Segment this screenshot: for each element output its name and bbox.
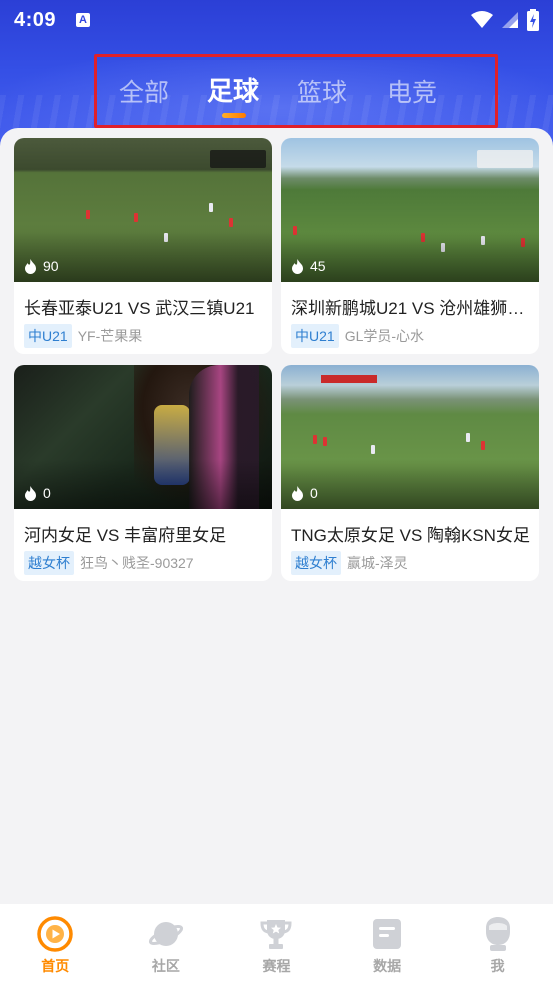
league-tag: 越女杯: [291, 551, 341, 575]
player-marker: [209, 203, 213, 212]
tab-football[interactable]: 足球: [207, 71, 259, 108]
player-marker: [164, 233, 168, 242]
tab-all[interactable]: 全部: [119, 73, 169, 109]
match-title: 长春亚泰U21 VS 武汉三镇U21: [24, 299, 255, 318]
player-marker: [466, 433, 470, 442]
fire-icon: [25, 485, 36, 501]
live-card[interactable]: 0 TNG太原女足 VS 陶翰KSN女足 越女杯 赢城-泽灵: [281, 365, 539, 581]
scoreboard-overlay: [477, 150, 533, 168]
live-card[interactable]: 90 长春亚泰U21 VS 武汉三镇U21 中U21 YF-芒果果: [14, 138, 272, 354]
anchor-name: GL学员-心水: [344, 328, 425, 344]
nav-schedule[interactable]: 赛程: [221, 904, 332, 984]
live-thumbnail: 90: [14, 138, 272, 282]
player-marker: [481, 441, 485, 450]
nav-profile[interactable]: 我: [442, 904, 553, 984]
planet-icon: [148, 922, 183, 946]
player-jersey: [154, 405, 190, 485]
player-marker: [521, 238, 525, 247]
player-marker: [293, 226, 297, 235]
status-bar: 4:09 A: [0, 0, 553, 40]
active-tab-indicator: [222, 113, 246, 118]
fire-icon: [292, 485, 303, 501]
wifi-icon: [471, 11, 493, 28]
player-arm: [189, 365, 259, 509]
anchor-name: YF-芒果果: [77, 328, 143, 344]
match-title: 河内女足 VS 丰富府里女足: [24, 526, 227, 545]
live-thumbnail: 0: [14, 365, 272, 509]
popularity-count: 0: [43, 485, 51, 501]
battery-icon: [527, 9, 539, 31]
tab-basketball[interactable]: 篮球: [297, 73, 347, 109]
trophy-icon: [260, 920, 292, 949]
match-title: 深圳新鹏城U21 VS 沧州雄狮U21: [291, 299, 531, 318]
scoreboard-overlay: [321, 375, 377, 383]
popularity-count: 90: [43, 258, 59, 274]
nav-label: 首页: [41, 958, 70, 974]
live-card[interactable]: 45 深圳新鹏城U21 VS 沧州雄狮U21 中U21 GL学员-心水: [281, 138, 539, 354]
popularity: 0: [291, 485, 318, 501]
nav-home[interactable]: 首页: [0, 904, 111, 984]
nav-data[interactable]: 数据: [332, 904, 443, 984]
player-marker: [371, 445, 375, 454]
nav-label: 我: [490, 958, 505, 974]
category-tabs: 全部 足球 篮球 电竞: [94, 54, 498, 128]
live-card[interactable]: 0 河内女足 VS 丰富府里女足 越女杯 狂鸟丶贱圣-90327: [14, 365, 272, 581]
player-marker: [323, 437, 327, 446]
play-circle-icon: [37, 916, 74, 952]
nav-label: 社区: [151, 958, 180, 974]
league-tag: 中U21: [24, 324, 72, 348]
league-tag: 中U21: [291, 324, 339, 348]
popularity: 90: [24, 258, 59, 274]
anchor-name: 赢城-泽灵: [347, 555, 408, 571]
nav-community[interactable]: 社区: [111, 904, 222, 984]
nav-label: 赛程: [262, 958, 291, 974]
tab-esports[interactable]: 电竞: [387, 73, 437, 109]
fire-icon: [292, 258, 303, 274]
popularity: 0: [24, 485, 51, 501]
player-marker: [421, 233, 425, 242]
player-marker: [313, 435, 317, 444]
league-tag: 越女杯: [24, 551, 74, 575]
player-marker: [86, 210, 90, 219]
notification-icon: A: [76, 13, 91, 27]
scoreboard-overlay: [210, 150, 266, 168]
match-title: TNG太原女足 VS 陶翰KSN女足: [291, 526, 530, 545]
anchor-name: 狂鸟丶贱圣-90327: [80, 555, 194, 571]
live-thumbnail: 0: [281, 365, 539, 509]
live-thumbnail: 45: [281, 138, 539, 282]
popularity-count: 0: [310, 485, 318, 501]
document-icon: [373, 919, 402, 949]
fire-icon: [25, 258, 36, 274]
live-list: 90 长春亚泰U21 VS 武汉三镇U21 中U21 YF-芒果果 45 深圳新…: [0, 128, 553, 904]
status-time: 4:09: [14, 8, 57, 31]
popularity: 45: [291, 258, 326, 274]
player-marker: [229, 218, 233, 227]
signal-icon: [502, 12, 518, 28]
profile-icon: [485, 917, 510, 951]
bottom-navigation: 首页 社区 赛程 数据 我: [0, 904, 553, 984]
player-marker: [441, 243, 445, 252]
player-marker: [134, 213, 138, 222]
popularity-count: 45: [310, 258, 326, 274]
player-marker: [481, 236, 485, 245]
nav-label: 数据: [373, 958, 402, 974]
